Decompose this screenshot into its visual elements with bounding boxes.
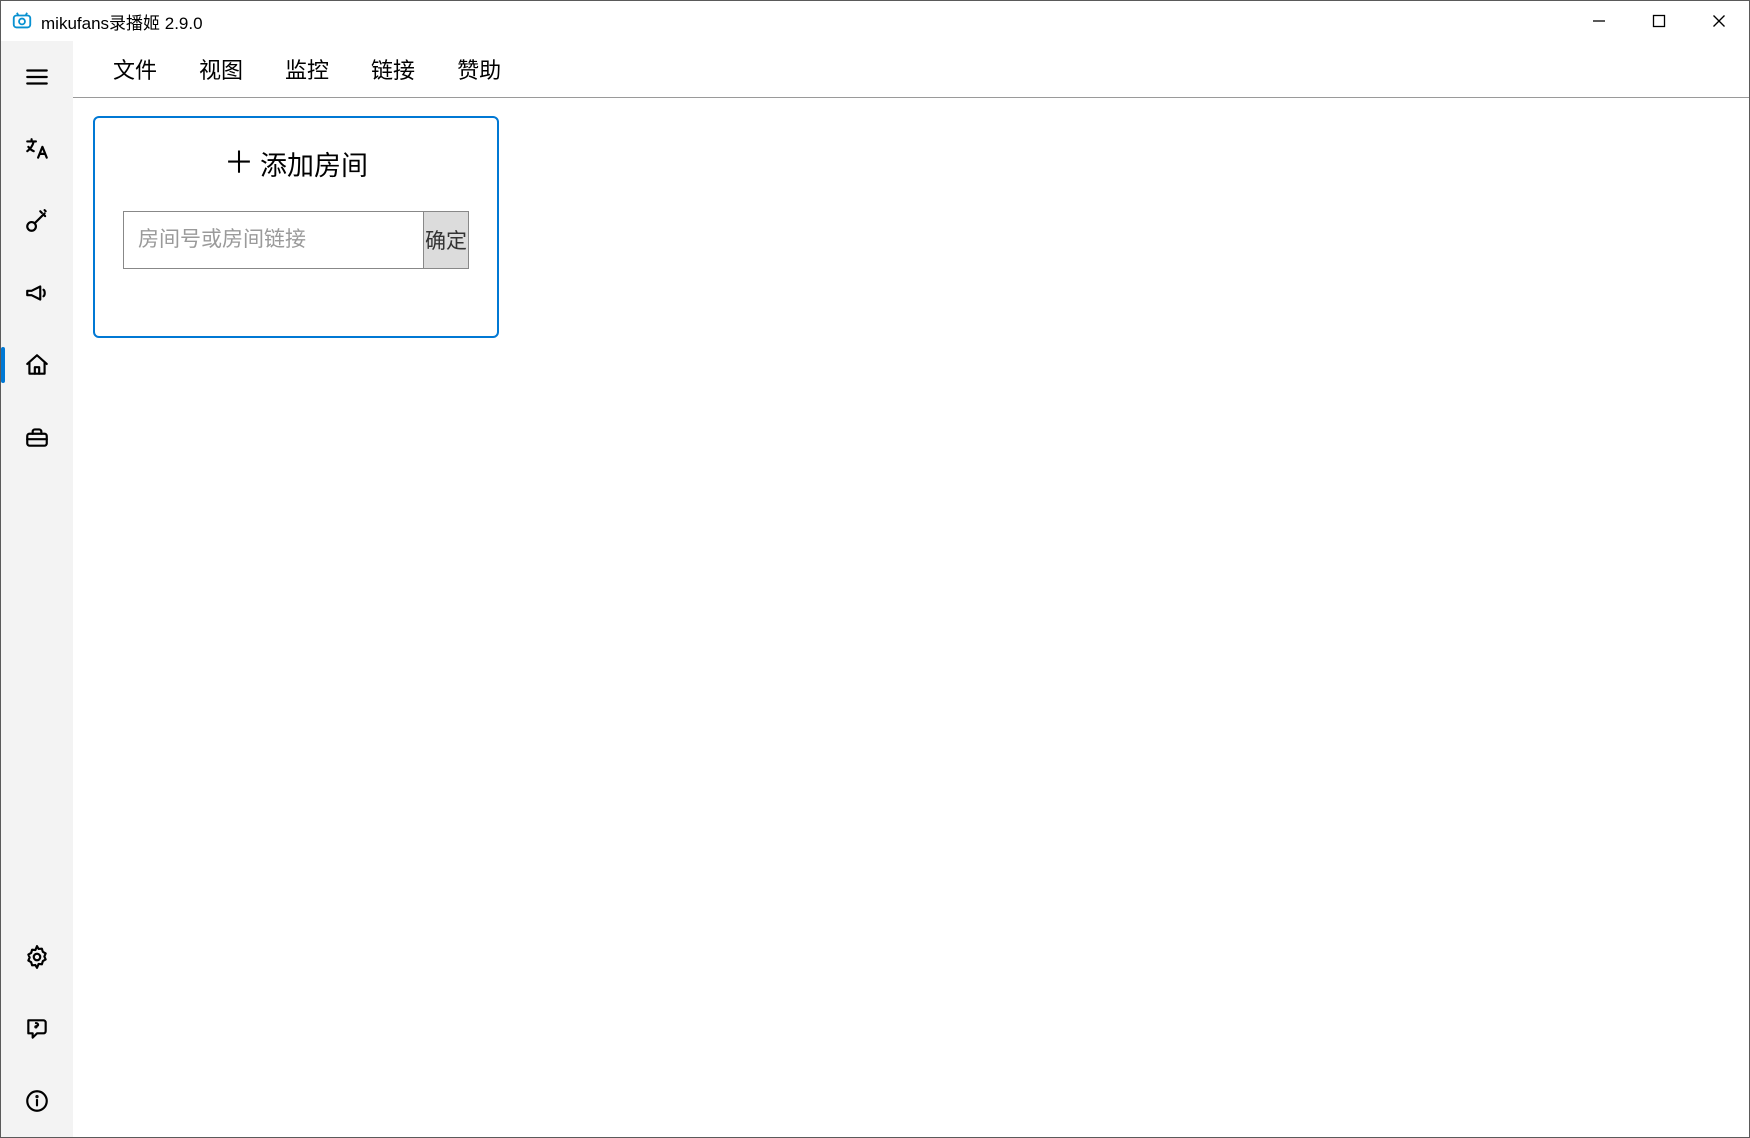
close-button[interactable] [1689, 1, 1749, 41]
sidebar-translate[interactable] [1, 113, 73, 185]
main-area: 文件 视图 监控 链接 赞助 ＋ 添加房间 确定 [73, 41, 1749, 1137]
window-controls [1569, 1, 1749, 41]
maximize-button[interactable] [1629, 1, 1689, 41]
menu-sponsor[interactable]: 赞助 [457, 53, 501, 85]
app-icon [11, 10, 33, 32]
sidebar-feedback[interactable] [1, 993, 73, 1065]
plus-icon: ＋ [224, 149, 254, 179]
menu-view[interactable]: 视图 [199, 53, 243, 85]
room-id-input[interactable] [123, 211, 423, 269]
sidebar [1, 41, 73, 1137]
add-room-input-row: 确定 [123, 211, 469, 269]
add-room-title-text: 添加房间 [260, 144, 368, 183]
add-room-title: ＋ 添加房间 [224, 144, 368, 183]
body-area: 文件 视图 监控 链接 赞助 ＋ 添加房间 确定 [1, 41, 1749, 1137]
content-area: ＋ 添加房间 确定 [73, 98, 1749, 1137]
confirm-button[interactable]: 确定 [423, 211, 469, 269]
menu-link[interactable]: 链接 [371, 53, 415, 85]
menu-monitor[interactable]: 监控 [285, 53, 329, 85]
menu-file[interactable]: 文件 [113, 53, 157, 85]
app-window: mikufans录播姬 2.9.0 [0, 0, 1750, 1138]
sidebar-info[interactable] [1, 1065, 73, 1137]
sidebar-home[interactable] [1, 329, 73, 401]
sidebar-settings[interactable] [1, 921, 73, 993]
minimize-button[interactable] [1569, 1, 1629, 41]
sidebar-spacer [1, 473, 73, 921]
window-title: mikufans录播姬 2.9.0 [41, 9, 203, 34]
sidebar-hamburger[interactable] [1, 41, 73, 113]
sidebar-toolbox[interactable] [1, 401, 73, 473]
sidebar-sparkle[interactable] [1, 185, 73, 257]
titlebar: mikufans录播姬 2.9.0 [1, 1, 1749, 41]
menubar: 文件 视图 监控 链接 赞助 [73, 41, 1749, 98]
add-room-card: ＋ 添加房间 确定 [93, 116, 499, 338]
sidebar-megaphone[interactable] [1, 257, 73, 329]
